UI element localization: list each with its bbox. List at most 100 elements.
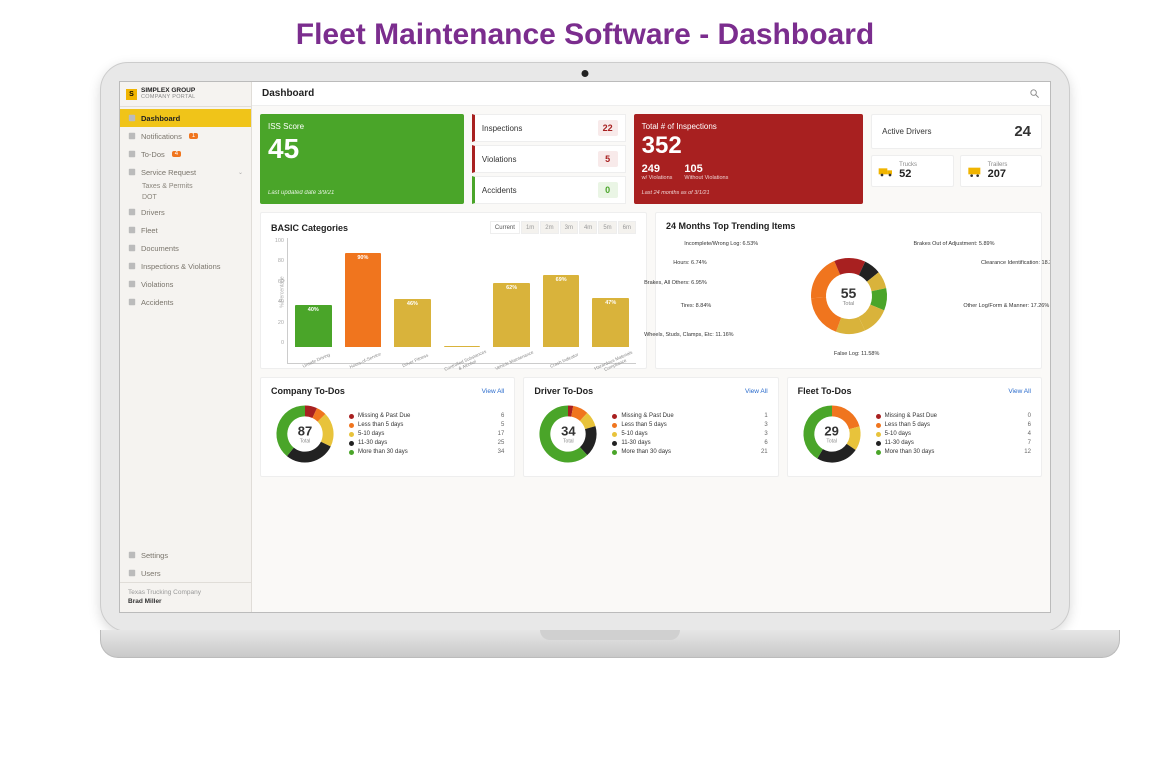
nav-badge: 4 bbox=[172, 151, 181, 157]
iss-score-card: ISS Score 45 Last updated date 3/9/21 bbox=[260, 114, 464, 204]
legend-dot-icon bbox=[612, 423, 617, 428]
legend-dot-icon bbox=[349, 441, 354, 446]
legend-dot-icon bbox=[876, 423, 881, 428]
nav-icon bbox=[128, 168, 136, 176]
legend-item: 5-10 days4 bbox=[876, 431, 1031, 437]
sidebar-item-fleet[interactable]: Fleet bbox=[120, 221, 251, 239]
legend-item: 11-30 days25 bbox=[349, 440, 504, 446]
sidebar-item-settings[interactable]: Settings bbox=[120, 546, 251, 564]
legend-item: 11-30 days7 bbox=[876, 440, 1031, 446]
sidebar-item-accidents[interactable]: Accidents bbox=[120, 293, 251, 311]
trending-title: 24 Months Top Trending Items bbox=[666, 221, 1031, 231]
brand: S SIMPLEX GROUP COMPANY PORTAL bbox=[120, 82, 251, 107]
legend-dot-icon bbox=[612, 450, 617, 455]
todo-title: Company To-Dos bbox=[271, 386, 345, 396]
time-range-selector: Current1m2m3m4m5m6m bbox=[490, 221, 636, 234]
sidebar-footer: Texas Trucking Company Brad Miller bbox=[120, 582, 251, 612]
todo-donut: 34Total bbox=[534, 400, 602, 468]
brand-mark-icon: S bbox=[126, 89, 137, 100]
legend-dot-icon bbox=[349, 432, 354, 437]
sidebar-item-users[interactable]: Users bbox=[120, 564, 251, 582]
trending-label: Other Log/Form & Manner: 17.26% bbox=[963, 303, 1049, 309]
legend-item: Less than 5 days3 bbox=[612, 422, 767, 428]
range-6m[interactable]: 6m bbox=[618, 221, 636, 234]
iss-updated: Last updated date 3/9/21 bbox=[268, 190, 456, 196]
bar-driver-fitness: 46%Driver Fitness bbox=[390, 299, 435, 363]
basic-ylabel: % Percentage bbox=[280, 276, 286, 307]
range-4m[interactable]: 4m bbox=[579, 221, 597, 234]
laptop-camera bbox=[582, 70, 589, 77]
trending-center: 55Total bbox=[841, 285, 857, 307]
bar-unsafe-driving: 40%Unsafe Driving bbox=[291, 305, 336, 363]
sidebar-user: Brad Miller bbox=[128, 598, 243, 606]
range-1m[interactable]: 1m bbox=[521, 221, 539, 234]
trailer-icon bbox=[967, 164, 983, 178]
legend-dot-icon bbox=[612, 432, 617, 437]
kpi-value: 22 bbox=[598, 120, 618, 136]
sidebar-item-to-dos[interactable]: To-Dos4 bbox=[120, 145, 251, 163]
search-icon[interactable] bbox=[1029, 88, 1040, 99]
basic-bars: 40%Unsafe Driving90%Hours-of-Service46%D… bbox=[287, 238, 636, 364]
total-inspections-value: 352 bbox=[642, 132, 856, 160]
nav-icon bbox=[128, 569, 136, 577]
nav-icon bbox=[128, 244, 136, 252]
sidebar-item-dashboard[interactable]: Dashboard bbox=[120, 109, 251, 127]
trending-label: Hours: 6.74% bbox=[673, 260, 706, 266]
total-inspections-asof: Last 24 months as of 3/1/21 bbox=[642, 190, 856, 196]
view-all-link[interactable]: View All bbox=[1008, 388, 1031, 395]
sidebar-item-service-request[interactable]: Service Request⌄ bbox=[120, 163, 251, 181]
app-screen: S SIMPLEX GROUP COMPANY PORTAL Dashboard… bbox=[119, 81, 1051, 613]
trucks-value: 52 bbox=[899, 168, 917, 180]
with-violations-label: w/ Violations bbox=[642, 175, 673, 181]
legend-item: Less than 5 days6 bbox=[876, 422, 1031, 428]
sidebar: S SIMPLEX GROUP COMPANY PORTAL Dashboard… bbox=[120, 82, 252, 612]
todo-donut: 87Total bbox=[271, 400, 339, 468]
legend-dot-icon bbox=[876, 432, 881, 437]
trending-label: False Log: 11.58% bbox=[834, 351, 879, 357]
legend-item: Less than 5 days5 bbox=[349, 422, 504, 428]
legend-item: Missing & Past Due1 bbox=[612, 413, 767, 419]
range-3m[interactable]: 3m bbox=[560, 221, 578, 234]
range-current[interactable]: Current bbox=[490, 221, 520, 234]
legend-item: 5-10 days3 bbox=[612, 431, 767, 437]
sidebar-item-inspections-violations[interactable]: Inspections & Violations bbox=[120, 257, 251, 275]
page-heading: Fleet Maintenance Software - Dashboard bbox=[0, 0, 1170, 62]
todo-legend: Missing & Past Due0Less than 5 days65-10… bbox=[876, 413, 1031, 455]
sidebar-item-documents[interactable]: Documents bbox=[120, 239, 251, 257]
trending-items-card: 24 Months Top Trending Items 55TotalInco… bbox=[655, 212, 1042, 369]
basic-categories-card: BASIC Categories Current1m2m3m4m5m6m % P… bbox=[260, 212, 647, 369]
brand-subtitle: COMPANY PORTAL bbox=[141, 95, 196, 101]
without-violations-value: 105 bbox=[684, 163, 728, 175]
nav-badge: 1 bbox=[189, 133, 198, 139]
legend-dot-icon bbox=[612, 414, 617, 419]
nav-icon bbox=[128, 551, 136, 559]
range-5m[interactable]: 5m bbox=[598, 221, 616, 234]
nav-icon bbox=[128, 208, 136, 216]
sidebar-item-drivers[interactable]: Drivers bbox=[120, 203, 251, 221]
view-all-link[interactable]: View All bbox=[745, 388, 768, 395]
nav-icon bbox=[128, 280, 136, 288]
trending-label: Brakes Out of Adjustment: 5.89% bbox=[913, 241, 994, 247]
page-title: Dashboard bbox=[262, 88, 314, 99]
sidebar-company: Texas Trucking Company bbox=[128, 589, 243, 597]
sidebar-subitem-taxes-permits[interactable]: Taxes & Permits bbox=[120, 181, 251, 192]
sidebar-item-violations[interactable]: Violations bbox=[120, 275, 251, 293]
trending-label: Tires: 8.84% bbox=[681, 303, 712, 309]
legend-item: Missing & Past Due6 bbox=[349, 413, 504, 419]
active-drivers-card: Active Drivers 24 bbox=[871, 114, 1042, 149]
total-inspections-card: Total # of Inspections 352 249 w/ Violat… bbox=[634, 114, 864, 204]
sidebar-item-notifications[interactable]: Notifications1 bbox=[120, 127, 251, 145]
todo-card-company-to-dos: Company To-Dos View All 87Total Missing & P… bbox=[260, 377, 515, 477]
view-all-link[interactable]: View All bbox=[482, 388, 505, 395]
nav-icon bbox=[128, 298, 136, 306]
bar-hours-of-service: 90%Hours-of-Service bbox=[341, 253, 386, 363]
bar-controlled-substances-alcohol: 0%Controlled Substances & Alcohol bbox=[440, 346, 485, 363]
sidebar-subitem-dot[interactable]: DOT bbox=[120, 192, 251, 203]
kpi-value: 5 bbox=[598, 151, 618, 167]
legend-dot-icon bbox=[349, 414, 354, 419]
todo-donut: 29Total bbox=[798, 400, 866, 468]
kpi-value: 0 bbox=[598, 182, 618, 198]
range-2m[interactable]: 2m bbox=[540, 221, 558, 234]
trending-label: Brakes, All Others: 6.95% bbox=[644, 280, 707, 286]
basic-categories-title: BASIC Categories bbox=[271, 223, 348, 233]
